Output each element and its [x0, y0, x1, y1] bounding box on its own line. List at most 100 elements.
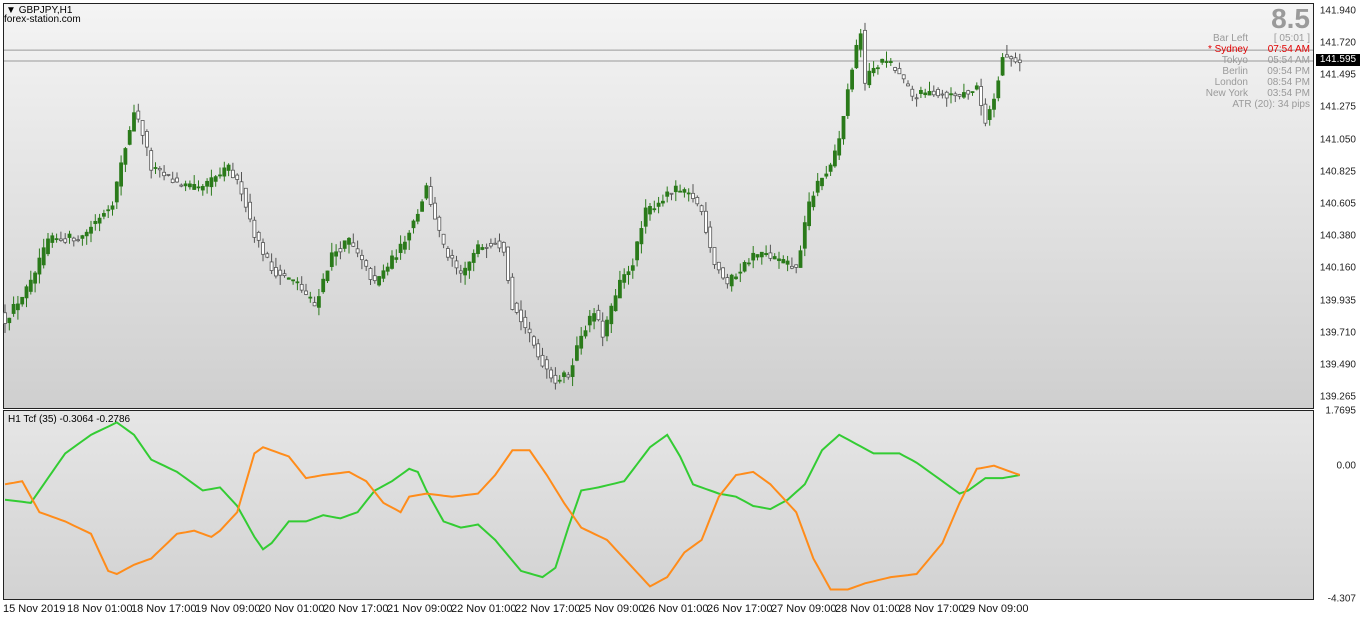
candle-body [273, 267, 278, 277]
session-label: London [1214, 77, 1248, 88]
candle-body [759, 251, 764, 258]
candle-body [149, 150, 154, 171]
candle-body [781, 259, 786, 264]
session-label: Tokyo [1221, 55, 1248, 66]
candle-body [157, 168, 162, 171]
candle-body [888, 61, 893, 63]
candle-body [20, 296, 25, 305]
candle-body [747, 262, 751, 265]
candle-body [192, 184, 197, 190]
candle-body [841, 115, 846, 140]
time-tick-label: 27 Nov 09:00 [771, 603, 837, 615]
session-time: 03:54 PM [1267, 88, 1310, 99]
candle-body [609, 305, 614, 325]
candle-body [1009, 56, 1014, 60]
candle-body [643, 207, 648, 227]
time-tick-label: 20 Nov 01:00 [259, 603, 325, 615]
candle-body [411, 220, 416, 229]
candle-body [239, 181, 244, 195]
candle-body [93, 220, 98, 225]
session-time: [ 05:01 ] [1273, 33, 1310, 44]
candle-body [89, 226, 93, 234]
price-tick-label: 141.050 [1319, 134, 1356, 146]
session-time: 07:54 AM [1267, 44, 1310, 55]
candle-body [493, 242, 498, 245]
candle-body [304, 290, 308, 295]
candle-body [1000, 57, 1005, 76]
candle-body [867, 70, 872, 86]
candle-body [927, 91, 932, 96]
candle-body [355, 248, 360, 254]
candle-body [368, 268, 373, 280]
candle-body [7, 317, 12, 324]
candle-body [592, 313, 596, 322]
candle-body [854, 44, 859, 69]
candle-body [1005, 54, 1009, 58]
candle-body [50, 235, 55, 243]
candle-body [329, 252, 334, 267]
candle-body [140, 120, 145, 136]
candle-body [880, 58, 885, 63]
candle-body [910, 88, 915, 97]
session-time: 09:54 PM [1267, 66, 1310, 77]
candle-body [536, 343, 541, 358]
candle-body [200, 186, 205, 191]
candle-body [351, 242, 356, 247]
candle-body [652, 208, 657, 211]
candle-body [33, 272, 37, 284]
candle-body [265, 253, 270, 258]
candle-body [407, 232, 412, 241]
candle-body [519, 309, 523, 323]
candle-body [222, 167, 227, 177]
candle-body [734, 276, 738, 280]
price-tick-label: 140.160 [1319, 262, 1356, 274]
candle-body [59, 238, 63, 241]
candle-body [772, 256, 777, 260]
candle-body [316, 296, 321, 308]
candle-body [931, 90, 936, 96]
spread-value: 8.5 [1271, 3, 1310, 34]
candle-body [175, 177, 179, 183]
candle-body [458, 270, 463, 274]
candle-body [226, 164, 231, 171]
candle-body [966, 90, 971, 95]
candle-body [420, 201, 425, 212]
candle-body [377, 276, 382, 286]
candle-body [41, 247, 46, 266]
candle-body [884, 61, 889, 63]
candle-body [635, 241, 639, 261]
price-tick-label: 139.265 [1319, 391, 1356, 403]
candle-body [953, 93, 958, 97]
candle-body [213, 176, 218, 182]
time-tick-label: 26 Nov 17:00 [707, 603, 773, 615]
candle-body [845, 89, 850, 116]
price-tick-label: 140.825 [1319, 166, 1356, 178]
candle-body [76, 239, 80, 242]
candle-body [557, 379, 562, 382]
price-tick-label: 141.940 [1319, 5, 1356, 17]
candle-body [790, 265, 794, 269]
candle-body [325, 270, 330, 282]
candle-body [506, 246, 511, 281]
candle-body [729, 274, 734, 287]
candle-body [596, 309, 601, 321]
price-tick-label: 141.720 [1319, 37, 1356, 49]
candle-body [248, 201, 253, 220]
candle-body [162, 171, 167, 177]
candle-body [394, 257, 399, 260]
time-tick-label: 28 Nov 01:00 [835, 603, 901, 615]
candle-body [906, 83, 910, 87]
candle-body [815, 180, 820, 193]
candle-body [893, 67, 897, 71]
candle-body [691, 192, 695, 200]
current-price-tag: 141.595 [1316, 54, 1360, 66]
candle-body [450, 255, 455, 259]
candle-body [575, 345, 579, 361]
candle-body [1017, 59, 1022, 64]
candle-body [480, 247, 485, 250]
candle-body [639, 228, 644, 245]
candle-body [119, 162, 123, 187]
candle-body [626, 271, 631, 276]
candle-body [179, 184, 184, 187]
candle-body [218, 174, 222, 177]
